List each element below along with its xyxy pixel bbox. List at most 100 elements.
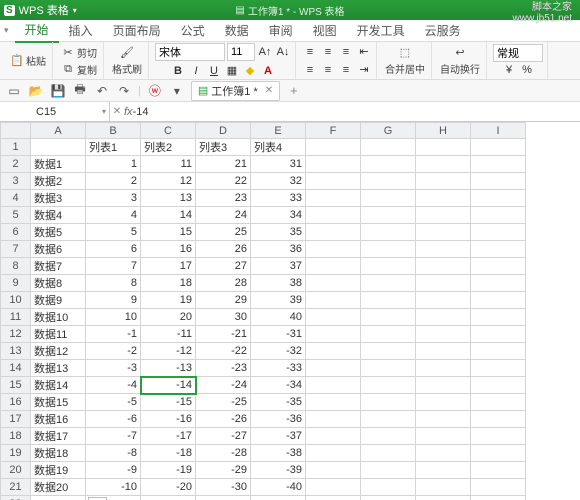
cell-B18[interactable]: -7	[86, 428, 141, 445]
cell-G21[interactable]	[361, 479, 416, 496]
row-header[interactable]: 9	[1, 275, 31, 292]
cell-C11[interactable]: 20	[141, 309, 196, 326]
align-right-icon[interactable]: ≡	[338, 62, 354, 78]
cell-E2[interactable]: 31	[251, 156, 306, 173]
cell-F4[interactable]	[306, 190, 361, 207]
cell-F2[interactable]	[306, 156, 361, 173]
cell-B8[interactable]: 7	[86, 258, 141, 275]
cell-I6[interactable]	[471, 224, 526, 241]
formula-value[interactable]: -14	[133, 106, 149, 118]
cell-D22[interactable]	[196, 496, 251, 500]
cell-A19[interactable]: 数据18	[31, 445, 86, 462]
bold-icon[interactable]: B	[170, 63, 186, 79]
redo-icon[interactable]: ↷	[116, 83, 132, 99]
cell-A8[interactable]: 数据7	[31, 258, 86, 275]
cell-E12[interactable]: -31	[251, 326, 306, 343]
cell-F12[interactable]	[306, 326, 361, 343]
cell-H9[interactable]	[416, 275, 471, 292]
cell-C20[interactable]: -19	[141, 462, 196, 479]
row-header[interactable]: 21	[1, 479, 31, 496]
cell-E16[interactable]: -35	[251, 394, 306, 411]
cell-C16[interactable]: -15	[141, 394, 196, 411]
cell-A14[interactable]: 数据13	[31, 360, 86, 377]
workbook-tab[interactable]: ▤ 工作簿1 * ✕	[191, 81, 280, 101]
cell-H11[interactable]	[416, 309, 471, 326]
namebox-dropdown-icon[interactable]: ▾	[102, 107, 106, 116]
cell-H15[interactable]	[416, 377, 471, 394]
cell-H14[interactable]	[416, 360, 471, 377]
cell-B15[interactable]: -4	[86, 377, 141, 394]
row-header[interactable]: 2	[1, 156, 31, 173]
cell-F22[interactable]	[306, 496, 361, 500]
cell-A21[interactable]: 数据20	[31, 479, 86, 496]
menu-页面布局[interactable]: 页面布局	[103, 19, 171, 42]
cell-D6[interactable]: 25	[196, 224, 251, 241]
merge-button[interactable]: ⬚	[396, 44, 414, 60]
cell-E19[interactable]: -38	[251, 445, 306, 462]
font-family-select[interactable]	[155, 43, 225, 61]
cell-A2[interactable]: 数据1	[31, 156, 86, 173]
cell-C2[interactable]: 11	[141, 156, 196, 173]
cell-G2[interactable]	[361, 156, 416, 173]
cell-G3[interactable]	[361, 173, 416, 190]
row-header[interactable]: 16	[1, 394, 31, 411]
fill-color-icon[interactable]: ◆	[242, 63, 258, 79]
cell-F16[interactable]	[306, 394, 361, 411]
cell-H10[interactable]	[416, 292, 471, 309]
name-box[interactable]: C15 ▾	[30, 102, 110, 121]
cell-D17[interactable]: -26	[196, 411, 251, 428]
col-header-H[interactable]: H	[416, 123, 471, 139]
cell-E21[interactable]: -40	[251, 479, 306, 496]
cell-I13[interactable]	[471, 343, 526, 360]
cell-H7[interactable]	[416, 241, 471, 258]
cell-B1[interactable]: 列表1	[86, 139, 141, 156]
cell-H13[interactable]	[416, 343, 471, 360]
cell-D13[interactable]: -22	[196, 343, 251, 360]
cell-I18[interactable]	[471, 428, 526, 445]
wrap-button[interactable]: ↩	[451, 44, 469, 60]
menu-开发工具[interactable]: 开发工具	[347, 19, 415, 42]
cell-F9[interactable]	[306, 275, 361, 292]
cell-G7[interactable]	[361, 241, 416, 258]
cell-D3[interactable]: 22	[196, 173, 251, 190]
chevron-down-icon[interactable]: ▾	[169, 83, 185, 99]
cell-C10[interactable]: 19	[141, 292, 196, 309]
row-header[interactable]: 13	[1, 343, 31, 360]
cell-I20[interactable]	[471, 462, 526, 479]
cell-G9[interactable]	[361, 275, 416, 292]
cell-B9[interactable]: 8	[86, 275, 141, 292]
print-icon[interactable]: 🖶	[72, 83, 88, 99]
cell-A4[interactable]: 数据3	[31, 190, 86, 207]
cell-F18[interactable]	[306, 428, 361, 445]
cell-H22[interactable]	[416, 496, 471, 500]
cell-B6[interactable]: 5	[86, 224, 141, 241]
cell-F3[interactable]	[306, 173, 361, 190]
cell-B14[interactable]: -3	[86, 360, 141, 377]
col-header-I[interactable]: I	[471, 123, 526, 139]
row-header[interactable]: 20	[1, 462, 31, 479]
indent-inc-icon[interactable]: ⇥	[356, 62, 372, 78]
cell-A5[interactable]: 数据4	[31, 207, 86, 224]
cell-C15[interactable]: -14	[141, 377, 196, 394]
cell-C7[interactable]: 16	[141, 241, 196, 258]
cell-B19[interactable]: -8	[86, 445, 141, 462]
row-header[interactable]: 12	[1, 326, 31, 343]
increase-font-icon[interactable]: A↑	[257, 44, 273, 60]
cell-F14[interactable]	[306, 360, 361, 377]
cell-G15[interactable]	[361, 377, 416, 394]
cell-H6[interactable]	[416, 224, 471, 241]
cell-G12[interactable]	[361, 326, 416, 343]
cell-A13[interactable]: 数据12	[31, 343, 86, 360]
cell-E3[interactable]: 32	[251, 173, 306, 190]
cell-C17[interactable]: -16	[141, 411, 196, 428]
cell-G11[interactable]	[361, 309, 416, 326]
cell-B3[interactable]: 2	[86, 173, 141, 190]
cell-C22[interactable]	[141, 496, 196, 500]
spreadsheet-area[interactable]: ABCDEFGHI 1列表1列表2列表3列表42数据111121313数据221…	[0, 122, 580, 500]
col-header-G[interactable]: G	[361, 123, 416, 139]
cell-A10[interactable]: 数据9	[31, 292, 86, 309]
cell-A9[interactable]: 数据8	[31, 275, 86, 292]
cell-F21[interactable]	[306, 479, 361, 496]
cell-I22[interactable]	[471, 496, 526, 500]
cell-B5[interactable]: 4	[86, 207, 141, 224]
